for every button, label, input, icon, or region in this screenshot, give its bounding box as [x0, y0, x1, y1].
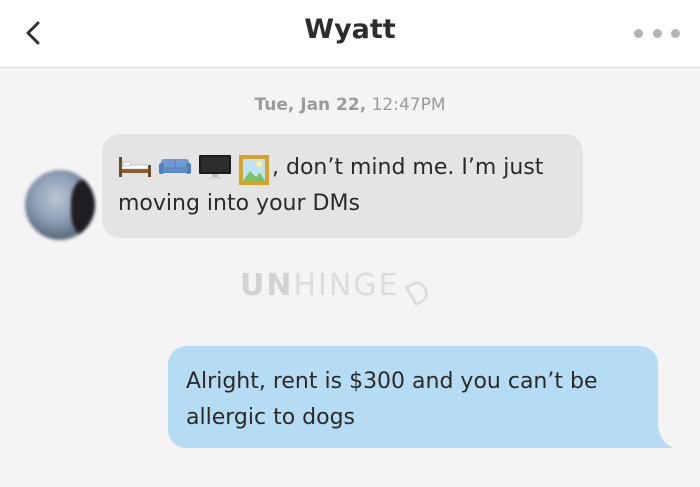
more-options-button[interactable]	[634, 27, 680, 39]
emoji-group	[118, 154, 270, 186]
avatar[interactable]	[25, 170, 95, 240]
framed-picture-icon	[239, 155, 269, 185]
timestamp-time: 12:47PM	[371, 95, 446, 115]
message-timestamp: Tue, Jan 22, 12:47PM	[0, 95, 700, 115]
timestamp-date: Tue, Jan 22,	[254, 95, 367, 115]
more-dots-icon	[634, 28, 643, 38]
bubble-tail	[650, 425, 674, 448]
watermark-part-bold: UN	[240, 268, 294, 303]
watermark: UNHINGED	[240, 268, 438, 315]
outgoing-message-text: Alright, rent is $300 and you can’t be a…	[186, 369, 598, 430]
couch-icon	[159, 159, 191, 174]
bed-icon	[119, 157, 151, 177]
computer-monitor-icon	[199, 155, 231, 179]
chat-header: Wyatt	[0, 0, 700, 68]
watermark-part-light: HINGE	[293, 268, 400, 303]
contact-name[interactable]: Wyatt	[0, 14, 700, 45]
watermark-part-tilted: D	[399, 271, 439, 315]
more-dots-icon	[671, 28, 680, 38]
incoming-message-text: , don’t mind me. I’m just moving into yo…	[118, 150, 578, 222]
more-dots-icon	[652, 28, 662, 38]
